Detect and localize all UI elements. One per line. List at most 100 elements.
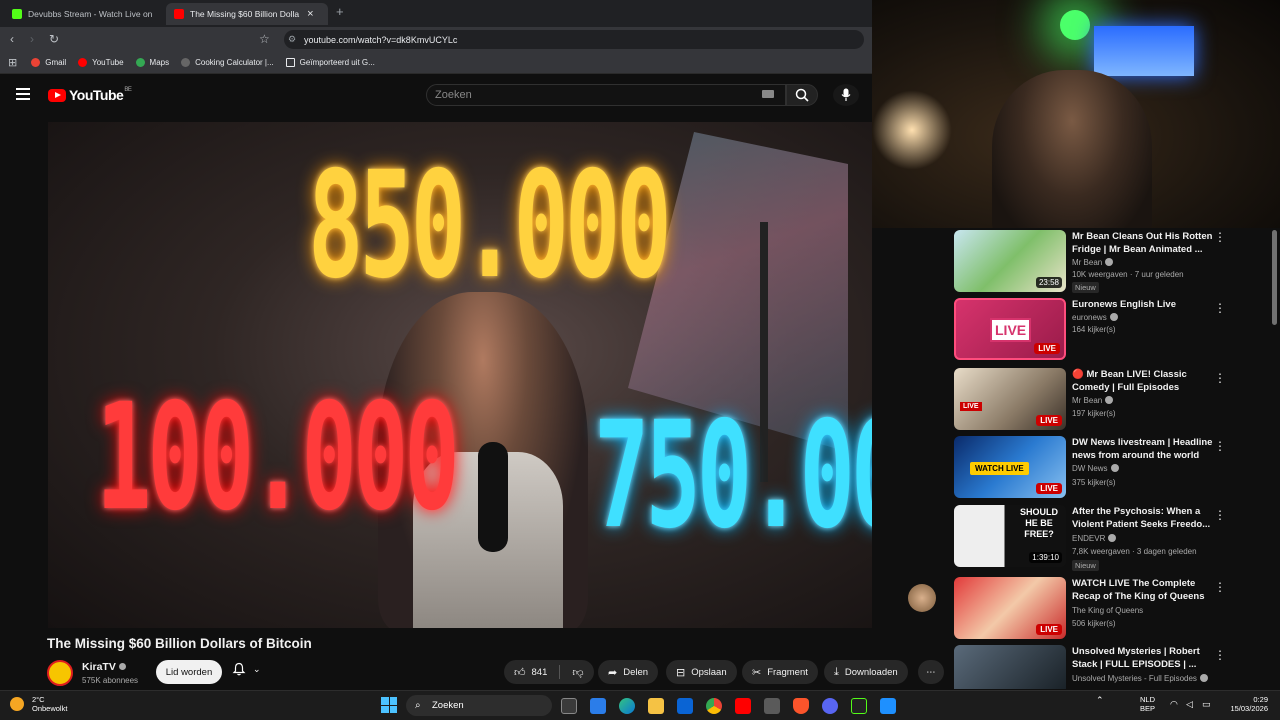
more-options-icon[interactable]: ⋮ <box>1214 648 1226 662</box>
bookmarks-bar: ⊞ Gmail YouTube Maps Cooking Calculator … <box>0 52 872 74</box>
weather-widget[interactable]: 2°C Onbewolkt <box>10 695 67 713</box>
channel-name[interactable]: KiraTV <box>82 661 126 673</box>
browser-tab-kick[interactable]: Devubbs Stream - Watch Live on <box>4 3 164 25</box>
url-field[interactable]: ⚙ youtube.com/watch?v=dk8KmvUCYLc <box>284 30 864 49</box>
calculator-icon[interactable] <box>764 698 780 714</box>
recommendation-channel[interactable]: The King of Queens <box>1072 606 1143 615</box>
more-options-icon[interactable]: ⋮ <box>1214 230 1226 244</box>
recommendation-title[interactable]: Unsolved Mysteries | Robert Stack | FULL… <box>1072 645 1224 671</box>
reload-icon[interactable]: ↻ <box>49 32 59 46</box>
keyboard-icon[interactable] <box>762 90 774 98</box>
system-tray[interactable]: ⌃ <box>1096 695 1104 706</box>
recommendation-item[interactable]: LIVE LIVE 🔴 Mr Bean LIVE! Classic Comedy… <box>954 368 1264 430</box>
recommendation-item[interactable]: LIVE LIVE Euronews English Live euronews… <box>954 298 1264 360</box>
file-explorer-icon[interactable] <box>648 698 664 714</box>
chrome-icon[interactable] <box>706 698 722 714</box>
clip-button[interactable]: ✂ Fragment <box>742 660 818 684</box>
recommendation-title[interactable]: 🔴 Mr Bean LIVE! Classic Comedy | Full Ep… <box>1072 368 1224 394</box>
bookmark-youtube[interactable]: YouTube <box>78 58 124 67</box>
input-language-indicator[interactable]: NLD BEP <box>1140 695 1155 713</box>
channel-avatar[interactable] <box>47 660 73 686</box>
bookmark-maps[interactable]: Maps <box>135 58 169 67</box>
search-button[interactable] <box>786 84 818 106</box>
recommendation-meta: 164 kijker(s) <box>1072 325 1116 334</box>
recommendation-channel[interactable]: Unsolved Mysteries - Full Episodes <box>1072 674 1208 683</box>
back-icon[interactable]: ‹ <box>10 32 14 46</box>
video-thumbnail[interactable]: LIVE LIVE <box>954 368 1066 430</box>
recommendation-item[interactable]: LIVE WATCH LIVE The Complete Recap of Th… <box>954 577 1264 639</box>
bookmark-cooking-calculator[interactable]: Cooking Calculator |... <box>181 58 274 67</box>
youtube-app-icon[interactable] <box>735 698 751 714</box>
discord-icon[interactable] <box>822 698 838 714</box>
download-button[interactable]: ⤓ Downloaden <box>824 660 908 684</box>
taskbar-search-input[interactable]: ⌕ Zoeken <box>406 695 552 716</box>
more-options-icon[interactable]: ⋮ <box>1214 371 1226 385</box>
join-button[interactable]: Lid worden <box>156 660 222 684</box>
close-tab-icon[interactable]: × <box>307 8 313 20</box>
video-thumbnail[interactable]: LIVE LIVE <box>954 298 1066 360</box>
share-button[interactable]: ➦ Delen <box>598 660 659 684</box>
video-thumbnail[interactable]: WATCH LIVE LIVE <box>954 436 1066 498</box>
edge-icon[interactable] <box>619 698 635 714</box>
browser-tab-youtube[interactable]: The Missing $60 Billion Dolla × <box>166 3 328 25</box>
show-hidden-icons-icon[interactable]: ⌃ <box>1096 695 1104 706</box>
more-options-icon[interactable]: ⋮ <box>1214 508 1226 522</box>
task-view-icon[interactable] <box>561 698 577 714</box>
recommendation-title[interactable]: After the Psychosis: When a Violent Pati… <box>1072 505 1224 531</box>
more-options-icon[interactable]: ⋮ <box>1214 439 1226 453</box>
active-app-icon[interactable] <box>880 698 896 714</box>
new-tab-button[interactable]: + <box>336 4 344 19</box>
stream-app-icon[interactable] <box>851 698 867 714</box>
site-info-icon[interactable]: ⚙ <box>288 34 296 45</box>
battery-icon[interactable]: ▭ <box>1202 699 1211 710</box>
bookmark-star-icon[interactable]: ☆ <box>259 32 270 46</box>
mail-icon[interactable] <box>677 698 693 714</box>
youtube-header: YouTube BE Zoeken <box>0 74 872 122</box>
search-input[interactable]: Zoeken <box>426 84 786 106</box>
recommendation-item[interactable]: 23:58 Mr Bean Cleans Out His Rotten Frid… <box>954 230 1264 293</box>
more-options-icon[interactable]: ⋮ <box>1214 301 1226 315</box>
speaker-icon[interactable]: ◁ <box>1186 699 1193 710</box>
video-player[interactable]: 850.000 100.000 750.000 <box>48 122 872 628</box>
thumbs-down-icon[interactable]: 👎︎ <box>572 666 583 679</box>
weather-condition: Onbewolkt <box>32 704 68 713</box>
recommendation-item[interactable]: WATCH LIVE LIVE DW News livestream | Hea… <box>954 436 1264 498</box>
sidebar-scrollbar[interactable] <box>1272 230 1277 325</box>
start-button[interactable] <box>381 697 397 713</box>
more-actions-button[interactable]: ⋯ <box>918 660 944 684</box>
webcam-person <box>992 70 1152 228</box>
system-clock[interactable]: 0:29 15/03/2026 <box>1220 695 1268 713</box>
recommendation-channel[interactable]: Mr Bean <box>1072 258 1114 267</box>
video-thumbnail[interactable]: LIVE <box>954 577 1066 639</box>
menu-hamburger-icon[interactable] <box>16 88 30 100</box>
wifi-icon[interactable]: ◠ <box>1170 699 1178 710</box>
save-button[interactable]: ⊟ Opslaan <box>666 660 737 684</box>
bookmark-gmail[interactable]: Gmail <box>31 58 66 67</box>
recommendation-channel[interactable]: euronews <box>1072 313 1118 322</box>
recommendation-title[interactable]: WATCH LIVE The Complete Recap of The Kin… <box>1072 577 1224 603</box>
recommendation-channel[interactable]: Mr Bean <box>1072 396 1114 405</box>
like-button[interactable]: 👍︎ 841 👎︎ <box>504 660 594 684</box>
recommendation-channel[interactable]: DW News <box>1072 464 1119 473</box>
youtube-logo[interactable]: YouTube BE <box>48 87 132 103</box>
recommendation-title[interactable]: Euronews English Live <box>1072 298 1224 311</box>
more-options-icon[interactable]: ⋮ <box>1214 580 1226 594</box>
notification-bell-button[interactable]: ⌄ <box>232 662 261 676</box>
bookmark-folder-imported[interactable]: Geïmporteerd uit G... <box>285 58 375 67</box>
recommendation-title[interactable]: DW News livestream | Headline news from … <box>1072 436 1224 462</box>
forward-icon[interactable]: › <box>30 32 34 46</box>
recommendation-item[interactable]: Unsolved Mysteries | Robert Stack | FULL… <box>954 645 1264 689</box>
video-thumbnail[interactable]: SHOULD HE BE FREE? 1:39:10 <box>954 505 1066 567</box>
video-thumbnail[interactable]: 23:58 <box>954 230 1066 292</box>
recommendation-item[interactable]: SHOULD HE BE FREE? 1:39:10 After the Psy… <box>954 505 1264 571</box>
verified-icon <box>118 663 126 670</box>
store-icon[interactable] <box>590 698 606 714</box>
apps-grid-icon[interactable]: ⊞ <box>8 56 17 69</box>
overlay-avatar <box>908 584 936 612</box>
brave-icon[interactable] <box>793 698 809 714</box>
search-icon: ⌕ <box>415 700 421 711</box>
video-thumbnail[interactable] <box>954 645 1066 689</box>
voice-search-button[interactable] <box>833 84 859 106</box>
recommendation-title[interactable]: Mr Bean Cleans Out His Rotten Fridge | M… <box>1072 230 1224 256</box>
recommendation-channel[interactable]: ENDEVR <box>1072 534 1117 543</box>
